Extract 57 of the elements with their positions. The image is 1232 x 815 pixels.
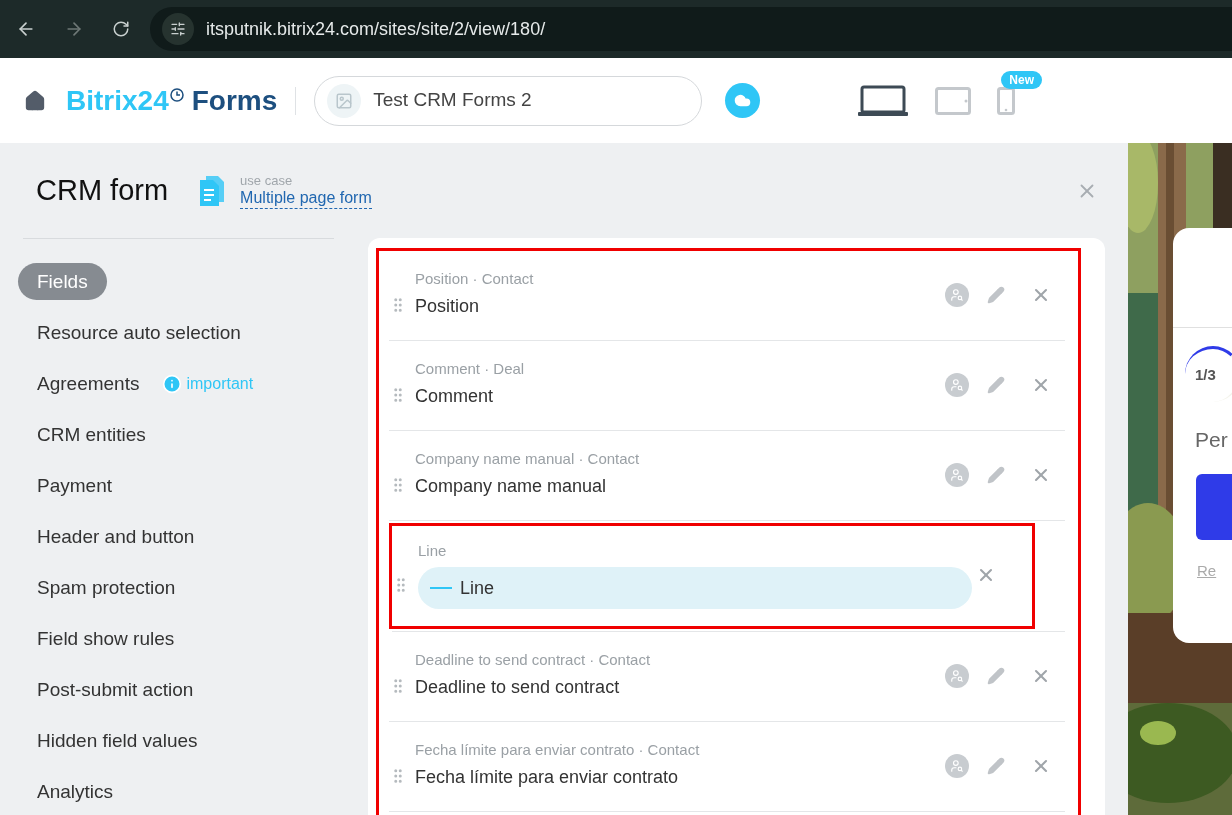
step-counter: 1/3 — [1195, 365, 1216, 386]
sidebar-item[interactable]: Agreements — [18, 365, 159, 402]
field-caption: Fecha límite para enviar contrato · Contact — [415, 740, 701, 760]
form-heading: Per — [1195, 427, 1229, 453]
sidebar-item[interactable]: CRM entities — [18, 416, 165, 453]
field-name: Line — [460, 576, 495, 600]
sidebar-item[interactable]: Header and button — [18, 518, 214, 555]
cloud-icon — [734, 92, 752, 109]
field-caption: Position · Contact — [415, 269, 535, 289]
line-icon — [430, 587, 452, 589]
page-title: CRM form — [36, 172, 169, 208]
sidebar-item[interactable]: Post-submit action — [18, 671, 213, 708]
field-name: Fecha límite para enviar contrato — [415, 766, 680, 789]
phone-icon[interactable] — [997, 86, 1016, 115]
image-icon — [335, 91, 354, 110]
line-field[interactable]: Line — [418, 567, 972, 609]
new-badge: New — [1001, 70, 1042, 89]
edit-icon[interactable] — [987, 285, 1005, 304]
site-settings-icon[interactable] — [170, 21, 186, 37]
cloud-button[interactable] — [725, 83, 761, 118]
use-case-link[interactable]: Multiple page form — [240, 187, 372, 209]
brand-logo-text: Bitrix24 — [66, 83, 169, 118]
edit-icon[interactable] — [987, 465, 1005, 484]
sidebar-item[interactable]: Analytics — [18, 773, 133, 810]
edit-icon[interactable] — [987, 756, 1005, 775]
clock-icon — [169, 87, 184, 102]
field-caption: Comment · Deal — [415, 359, 526, 379]
field-name: Deadline to send contract — [415, 676, 621, 699]
sidebar-item[interactable]: Hidden field values — [18, 722, 217, 759]
field-name: Comment — [415, 385, 495, 408]
info-icon — [162, 373, 183, 394]
sidebar-item[interactable]: Payment — [18, 467, 131, 504]
sidebar-item[interactable]: Field show rules — [18, 620, 194, 657]
field-name: Position — [415, 295, 481, 318]
sidebar-item[interactable]: Resource auto selection — [18, 314, 260, 351]
edit-icon[interactable] — [987, 375, 1005, 394]
tablet-icon[interactable] — [935, 86, 972, 115]
use-case-label: use case — [240, 172, 294, 188]
reload-icon[interactable] — [112, 20, 130, 38]
laptop-icon[interactable] — [857, 84, 910, 117]
home-icon[interactable] — [24, 89, 46, 112]
crm-link-icon[interactable] — [945, 282, 969, 307]
edit-icon[interactable] — [987, 666, 1005, 685]
address-bar[interactable]: itsputnik.bitrix24.com/sites/site/2/view/180/ — [150, 7, 1232, 51]
form-title: Test CRM Forms 2 — [373, 88, 532, 113]
form-title-field[interactable]: Test CRM Forms 2 — [314, 75, 703, 126]
field-caption: Line — [418, 541, 448, 561]
url-text: itsputnik.bitrix24.com/sites/site/2/view/180/ — [206, 17, 546, 41]
crm-link-icon[interactable] — [945, 462, 969, 487]
crm-link-icon[interactable] — [945, 372, 969, 397]
field-caption: Deadline to send contract · Contact — [415, 650, 652, 670]
product-logo-text: Forms — [191, 83, 278, 118]
sidebar-item[interactable]: Spam protection — [18, 569, 195, 606]
crm-link-icon[interactable] — [945, 753, 969, 778]
field-name: Company name manual — [415, 475, 608, 498]
field-caption: Company name manual · Contact — [415, 449, 641, 469]
crm-link-icon[interactable] — [945, 663, 969, 688]
